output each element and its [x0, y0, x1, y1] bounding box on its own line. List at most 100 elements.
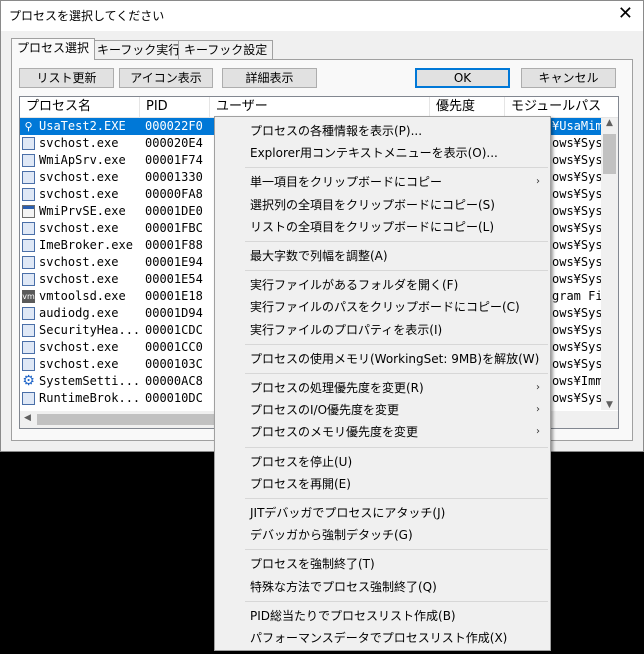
context-menu-item[interactable]: プロセスの各種情報を表示(P)...: [215, 120, 550, 142]
module-path-cell: ows¥Sys: [552, 204, 603, 218]
column-header-priority[interactable]: 優先度: [430, 97, 505, 117]
cancel-button[interactable]: キャンセル: [521, 68, 616, 88]
process-name-cell: svchost.exe: [39, 272, 119, 286]
pid-cell: 00001CC0: [145, 340, 203, 354]
window-title: プロセスを選択してください: [9, 9, 165, 23]
detail-view-button[interactable]: 詳細表示: [222, 68, 317, 88]
menu-item-label: プロセスを再開(E): [250, 476, 351, 491]
service-icon: [22, 239, 35, 252]
scroll-left-icon[interactable]: ◀: [24, 413, 31, 423]
module-path-cell: ows¥Sys: [552, 323, 603, 337]
menu-item-label: プロセスのI/O優先度を変更: [250, 403, 400, 418]
service-icon: [22, 358, 35, 371]
service-icon: [22, 392, 35, 405]
context-menu-item[interactable]: プロセスのI/O優先度を変更 ›: [215, 399, 550, 421]
horizontal-scroll-thumb[interactable]: [37, 414, 237, 425]
service-icon: [22, 273, 35, 286]
process-name-cell: RuntimeBrok...: [39, 391, 141, 405]
icon-view-button[interactable]: アイコン表示: [119, 68, 213, 88]
context-menu-item[interactable]: パフォーマンスデータでプロセスリスト作成(X): [215, 627, 550, 649]
context-menu-item[interactable]: 特殊な方法でプロセス強制終了(Q): [215, 576, 550, 598]
column-header-pid[interactable]: PID: [140, 97, 210, 117]
menu-item-label: プロセスの使用メモリ(WorkingSet: 9MB)を解放(W): [250, 351, 540, 366]
vertical-scrollbar[interactable]: ▲ ▼: [601, 118, 618, 410]
vertical-scroll-thumb[interactable]: [603, 134, 616, 174]
scroll-up-icon[interactable]: ▲: [601, 118, 618, 128]
menu-item-label: 単一項目をクリップボードにコピー: [250, 175, 443, 190]
vmtools-icon: vm: [22, 290, 35, 303]
context-menu-item[interactable]: PID総当たりでプロセスリスト作成(B): [215, 605, 550, 627]
context-menu-item[interactable]: 最大字数で列幅を調整(A): [215, 245, 550, 267]
context-menu-item[interactable]: 実行ファイルのパスをクリップボードにコピー(C): [215, 296, 550, 318]
context-menu-item[interactable]: デバッガから強制デタッチ(G): [215, 524, 550, 546]
module-path-cell: ows¥Sys: [552, 187, 603, 201]
process-name-cell: svchost.exe: [39, 357, 119, 371]
pid-cell: 00001330: [145, 170, 203, 184]
process-name-cell: SecurityHea...: [39, 323, 141, 337]
process-name-cell: ImeBroker.exe: [39, 238, 133, 252]
wmi-icon: [22, 205, 35, 218]
context-menu-item[interactable]: JITデバッガでプロセスにアタッチ(J): [215, 502, 550, 524]
service-icon: [22, 171, 35, 184]
menu-item-label: プロセスのメモリ優先度を変更: [250, 425, 419, 440]
process-name-cell: svchost.exe: [39, 340, 119, 354]
module-path-cell: ows¥Sys: [552, 306, 603, 320]
pid-cell: 00001E94: [145, 255, 203, 269]
service-icon: [22, 222, 35, 235]
pid-cell: 000022F0: [145, 119, 203, 133]
module-path-cell: ows¥Sys: [552, 221, 603, 235]
tab-process-select[interactable]: プロセス選択: [11, 38, 96, 60]
module-path-cell: gram Fi: [552, 289, 603, 303]
menu-separator: [245, 498, 548, 499]
context-menu-item[interactable]: プロセスを強制終了(T): [215, 553, 550, 575]
process-name-cell: svchost.exe: [39, 170, 119, 184]
pid-cell: 00000AC8: [145, 374, 203, 388]
submenu-arrow-icon: ›: [536, 404, 540, 416]
menu-item-label: Explorer用コンテキストメニューを表示(O)...: [250, 146, 498, 161]
context-menu-item[interactable]: プロセスの使用メモリ(WorkingSet: 9MB)を解放(W): [215, 348, 550, 370]
context-menu-item[interactable]: プロセスの処理優先度を変更(R) ›: [215, 377, 550, 399]
service-icon: [22, 307, 35, 320]
submenu-arrow-icon: ›: [536, 382, 540, 393]
menu-item-label: 実行ファイルのパスをクリップボードにコピー(C): [250, 300, 520, 315]
tab-keyhook-settings[interactable]: キーフック設定: [178, 40, 274, 60]
process-name-cell: vmtoolsd.exe: [39, 289, 126, 303]
menu-item-label: プロセスを強制終了(T): [250, 557, 375, 572]
column-header-module-path[interactable]: モジュールパス: [505, 97, 618, 117]
service-icon: [22, 154, 35, 167]
context-menu: プロセスの各種情報を表示(P)... Explorer用コンテキストメニューを表示…: [214, 116, 551, 651]
process-name-cell: SystemSetti...: [39, 374, 141, 388]
menu-item-label: プロセスの各種情報を表示(P)...: [250, 124, 423, 138]
module-path-cell: ows¥Sys: [552, 391, 603, 405]
process-name-cell: svchost.exe: [39, 187, 119, 201]
menu-separator: [245, 549, 548, 551]
context-menu-item[interactable]: 選択列の全項目をクリップボードにコピー(S): [215, 194, 550, 216]
column-header-process-name[interactable]: プロセス名: [20, 97, 140, 117]
ok-button[interactable]: OK: [415, 68, 510, 88]
context-menu-item[interactable]: プロセスを再開(E): [215, 473, 550, 495]
scroll-down-icon[interactable]: ▼: [601, 400, 618, 410]
context-menu-item[interactable]: 実行ファイルがあるフォルダを開く(F): [215, 274, 550, 296]
pid-cell: 00001D94: [145, 306, 203, 320]
menu-separator: [245, 373, 548, 374]
context-menu-item[interactable]: プロセスを停止(U): [215, 451, 550, 473]
context-menu-item[interactable]: 実行ファイルのプロパティを表示(I): [215, 319, 550, 341]
service-icon: [22, 137, 35, 150]
menu-separator: [245, 167, 548, 169]
process-name-cell: svchost.exe: [39, 136, 119, 150]
tab-keyhook-run[interactable]: キーフック実行: [91, 40, 187, 60]
column-header-user[interactable]: ユーザー: [210, 97, 430, 117]
module-path-cell: ¥UsaMim: [552, 119, 603, 133]
context-menu-item[interactable]: プロセスのメモリ優先度を変更 ›: [215, 421, 550, 443]
context-menu-item[interactable]: Explorer用コンテキストメニューを表示(O)...: [215, 142, 550, 164]
menu-item-label: PID総当たりでプロセスリスト作成(B): [250, 608, 456, 623]
menu-item-label: デバッガから強制デタッチ(G): [250, 528, 413, 543]
menu-separator: [245, 343, 548, 345]
module-path-cell: ows¥Imm: [552, 374, 603, 388]
context-menu-item[interactable]: リストの全項目をクリップボードにコピー(L): [215, 216, 550, 238]
context-menu-item[interactable]: 単一項目をクリップボードにコピー ›: [215, 171, 550, 193]
process-name-cell: WmiApSrv.exe: [39, 153, 126, 167]
close-icon[interactable]: ✕: [618, 3, 633, 25]
refresh-list-button[interactable]: リスト更新: [19, 68, 114, 88]
menu-separator: [245, 600, 548, 602]
